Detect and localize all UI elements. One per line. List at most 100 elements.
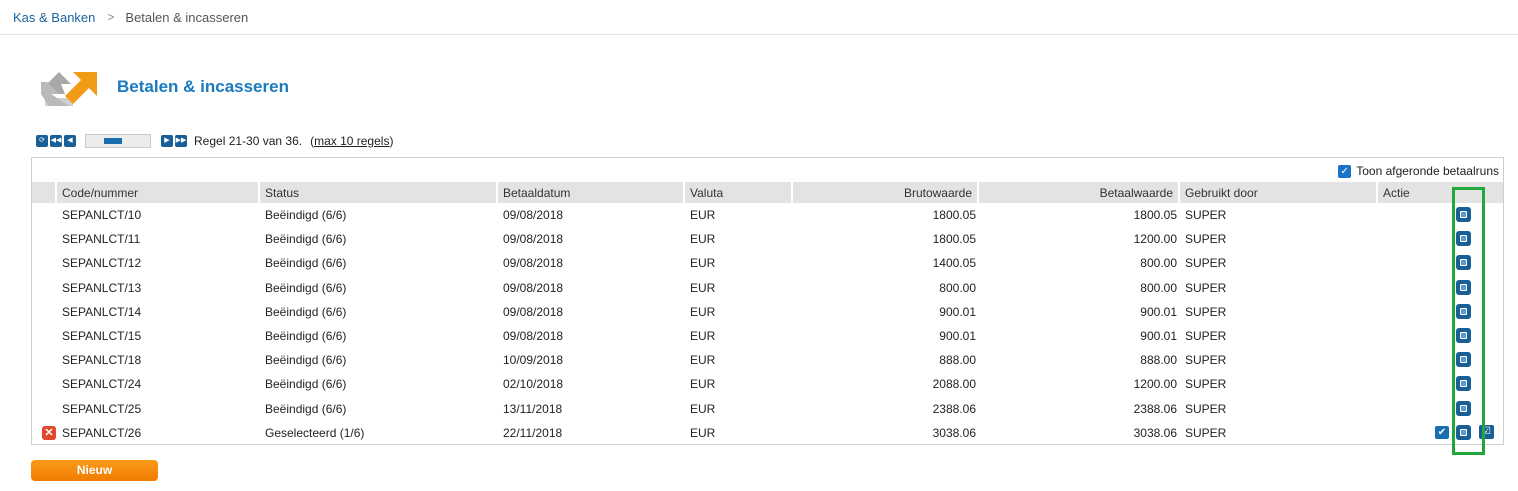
row-select-cell: [32, 324, 57, 348]
column-header-select: [32, 182, 57, 203]
cell-status: Beëindigd (6/6): [265, 401, 347, 416]
row-select-cell: [32, 227, 57, 251]
cell-user: SUPER: [1185, 377, 1227, 392]
cell-code: SEPANLCT/10: [62, 208, 142, 223]
table-row[interactable]: SEPANLCT/24 Beëindigd (6/6) 02/10/2018 E…: [32, 372, 1503, 396]
cell-user: SUPER: [1185, 353, 1227, 368]
first-page-icon[interactable]: ◀◀: [50, 135, 62, 147]
cell-user: SUPER: [1185, 329, 1227, 344]
cell-paid: 1800.05: [1133, 208, 1177, 223]
cell-status: Beëindigd (6/6): [265, 304, 347, 319]
cell-status: Geselecteerd (1/6): [265, 425, 365, 440]
pager-max-suffix: ): [389, 134, 394, 148]
cell-date: 13/11/2018: [503, 401, 563, 416]
cell-date: 10/09/2018: [503, 353, 564, 368]
cell-paid: 2388.06: [1133, 401, 1177, 416]
cell-date: 09/08/2018: [503, 280, 564, 295]
cell-status: Beëindigd (6/6): [265, 232, 347, 247]
cell-date: 09/08/2018: [503, 329, 564, 344]
table-row[interactable]: SEPANLCT/14 Beëindigd (6/6) 09/08/2018 E…: [32, 300, 1503, 324]
table-row[interactable]: SEPANLCT/18 Beëindigd (6/6) 10/09/2018 E…: [32, 348, 1503, 372]
pager-progress-bar[interactable]: [85, 134, 151, 148]
cell-paid: 1200.00: [1133, 377, 1177, 392]
cell-currency: EUR: [690, 280, 716, 295]
row-select-cell: ✕: [32, 421, 57, 445]
cell-date: 02/10/2018: [503, 377, 564, 392]
delete-icon[interactable]: ✕: [42, 425, 56, 440]
confirm-icon[interactable]: ✔: [1435, 425, 1449, 439]
cell-gross: 800.00: [939, 280, 976, 295]
cell-date: 09/08/2018: [503, 232, 564, 247]
cell-currency: EUR: [690, 377, 716, 392]
column-header-date[interactable]: Betaaldatum: [498, 182, 685, 203]
cell-user: SUPER: [1185, 232, 1227, 247]
cell-paid: 800.00: [1140, 256, 1177, 271]
cell-currency: EUR: [690, 304, 716, 319]
refresh-icon[interactable]: ⟳: [36, 135, 48, 147]
cell-status: Beëindigd (6/6): [265, 353, 347, 368]
action-column-highlight: [1452, 187, 1485, 455]
row-select-cell: [32, 203, 57, 227]
cell-gross: 2088.00: [932, 377, 976, 392]
table-row[interactable]: SEPANLCT/10 Beëindigd (6/6) 09/08/2018 E…: [32, 203, 1503, 227]
column-header-gross[interactable]: Brutowaarde: [793, 182, 979, 203]
cell-currency: EUR: [690, 401, 716, 416]
cell-gross: 3038.06: [932, 425, 976, 440]
cell-code: SEPANLCT/24: [62, 377, 142, 392]
table-row[interactable]: SEPANLCT/13 Beëindigd (6/6) 09/08/2018 E…: [32, 276, 1503, 300]
cell-currency: EUR: [690, 232, 716, 247]
last-page-icon[interactable]: ▶▶: [175, 135, 187, 147]
cell-currency: EUR: [690, 208, 716, 223]
column-header-paid[interactable]: Betaalwaarde: [979, 182, 1180, 203]
cell-user: SUPER: [1185, 425, 1227, 440]
breadcrumb-separator-icon: >: [107, 10, 115, 24]
cell-user: SUPER: [1185, 256, 1227, 271]
checkbox-checked-icon[interactable]: ✓: [1338, 164, 1352, 178]
breadcrumb-current: Betalen & incasseren: [125, 9, 249, 25]
max-rows-link[interactable]: max 10 regels: [314, 134, 389, 148]
show-completed-label: Toon afgeronde betaalruns: [1356, 164, 1499, 178]
cell-code: SEPANLCT/14: [62, 304, 142, 319]
cell-paid: 1200.00: [1133, 232, 1177, 247]
show-completed-toggle[interactable]: ✓ Toon afgeronde betaalruns: [1338, 164, 1499, 178]
pager-max-rows: (max 10 regels): [310, 134, 393, 148]
next-page-icon[interactable]: ▶: [161, 135, 173, 147]
cell-code: SEPANLCT/12: [62, 256, 142, 271]
column-header-code[interactable]: Code/nummer: [57, 182, 260, 203]
row-select-cell: [32, 276, 57, 300]
table-row[interactable]: ✕ SEPANLCT/26 Geselecteerd (1/6) 22/11/20…: [32, 421, 1503, 445]
table-row[interactable]: SEPANLCT/25 Beëindigd (6/6) 13/11/2018 E…: [32, 397, 1503, 421]
cell-date: 09/08/2018: [503, 208, 564, 223]
breadcrumb-link-kas-banken[interactable]: Kas & Banken: [13, 10, 95, 25]
cell-code: SEPANLCT/25: [62, 401, 142, 416]
row-select-cell: [32, 300, 57, 324]
row-select-cell: [32, 251, 57, 275]
payment-runs-table: Code/nummer Status Betaaldatum Valuta Br…: [32, 182, 1503, 445]
cell-status: Beëindigd (6/6): [265, 256, 347, 271]
cell-gross: 1400.05: [932, 256, 976, 271]
cell-currency: EUR: [690, 353, 716, 368]
column-header-status[interactable]: Status: [260, 182, 498, 203]
cell-status: Beëindigd (6/6): [265, 208, 347, 223]
prev-page-icon[interactable]: ◀: [64, 135, 76, 147]
row-select-cell: [32, 372, 57, 396]
cell-gross: 1800.05: [932, 208, 976, 223]
table-row[interactable]: SEPANLCT/15 Beëindigd (6/6) 09/08/2018 E…: [32, 324, 1503, 348]
new-button[interactable]: Nieuw: [31, 460, 158, 481]
table-row[interactable]: SEPANLCT/12 Beëindigd (6/6) 09/08/2018 E…: [32, 251, 1503, 275]
cell-paid: 3038.06: [1133, 425, 1177, 440]
table-row[interactable]: SEPANLCT/11 Beëindigd (6/6) 09/08/2018 E…: [32, 227, 1503, 251]
row-select-cell: [32, 397, 57, 421]
payment-arrows-icon: [41, 72, 97, 106]
cell-code: SEPANLCT/15: [62, 329, 142, 344]
cell-code: SEPANLCT/13: [62, 280, 142, 295]
cell-date: 09/08/2018: [503, 256, 564, 271]
cell-gross: 1800.05: [932, 232, 976, 247]
cell-code: SEPANLCT/18: [62, 353, 142, 368]
cell-user: SUPER: [1185, 208, 1227, 223]
cell-gross: 900.01: [939, 304, 976, 319]
column-header-user[interactable]: Gebruikt door: [1180, 182, 1378, 203]
column-header-currency[interactable]: Valuta: [685, 182, 793, 203]
cell-currency: EUR: [690, 425, 716, 440]
cell-status: Beëindigd (6/6): [265, 280, 347, 295]
